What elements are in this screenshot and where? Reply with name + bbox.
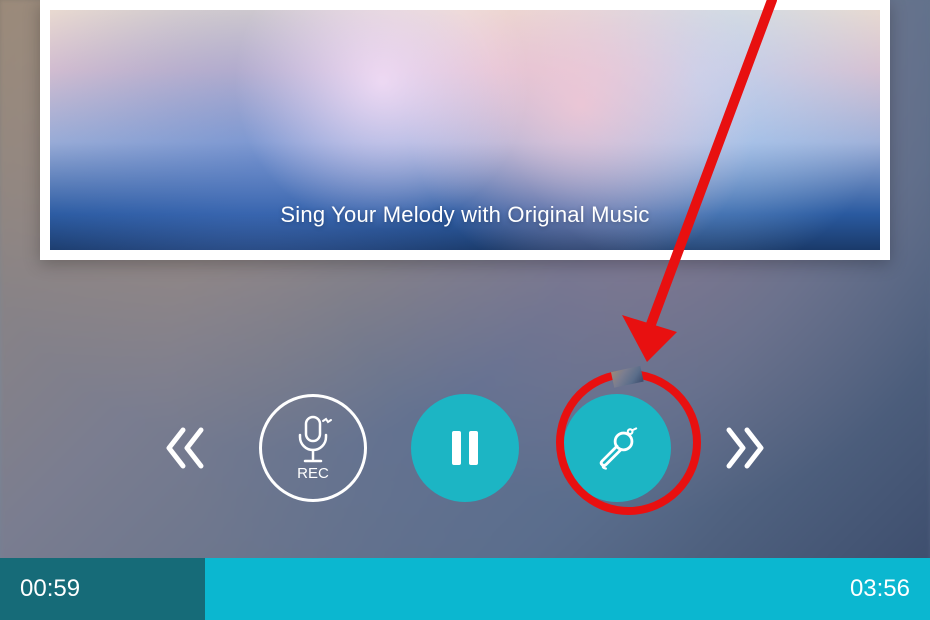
previous-button[interactable] — [155, 418, 215, 478]
progress-bar[interactable]: 00:59 03:56 — [0, 558, 930, 620]
microphone-icon — [289, 415, 337, 467]
karaoke-mic-icon — [589, 420, 645, 476]
album-art: Sing Your Melody with Original Music — [50, 10, 880, 250]
album-tagline: Sing Your Melody with Original Music — [280, 202, 649, 228]
next-button[interactable] — [715, 418, 775, 478]
progress-elapsed: 00:59 — [0, 558, 205, 620]
record-button[interactable]: REC — [259, 394, 367, 502]
record-label: REC — [297, 465, 329, 482]
chevron-right-icon — [715, 418, 775, 478]
progress-remaining: 03:56 — [205, 558, 930, 620]
karaoke-button[interactable] — [563, 394, 671, 502]
pause-button[interactable] — [411, 394, 519, 502]
elapsed-time: 00:59 — [20, 575, 80, 603]
pause-icon — [440, 423, 490, 473]
album-card: Sing Your Melody with Original Music — [40, 0, 890, 260]
chevron-left-icon — [155, 418, 215, 478]
total-time: 03:56 — [850, 575, 910, 603]
player-controls: REC — [0, 388, 930, 508]
